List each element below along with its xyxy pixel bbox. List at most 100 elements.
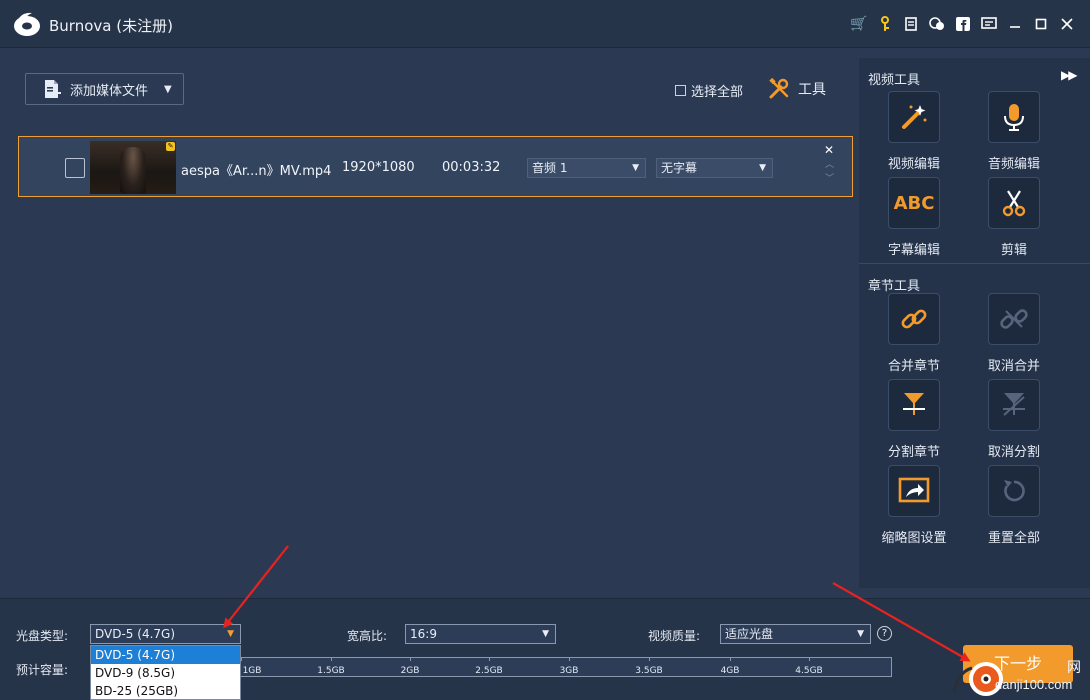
thumbnail-badge-icon: ✎ [166, 142, 175, 151]
disc-option[interactable]: DVD-9 (8.5G) [91, 664, 240, 682]
scissors-icon [988, 177, 1040, 229]
video-quality-select[interactable]: 适应光盘 ▼ [720, 624, 871, 644]
watermark-char: 网 [1067, 660, 1081, 676]
select-all-checkbox[interactable]: 选择全部 [675, 81, 743, 100]
capacity-tick: 3.5GB [635, 666, 663, 676]
media-file-row[interactable]: ✎ aespa《Ar...n》MV.mp4 1920*1080 00:03:32… [18, 136, 853, 197]
collapse-panel-icon[interactable]: ▶▶ [1061, 68, 1078, 82]
capacity-tick: 1.5GB [317, 666, 345, 676]
tool-unmerge[interactable]: 取消合并 [969, 293, 1059, 374]
tool-label: 取消合并 [987, 359, 1040, 374]
aspect-ratio-value: 16:9 [410, 627, 437, 641]
tools-icon [769, 78, 789, 99]
tools-button[interactable]: 工具 [768, 78, 826, 100]
tool-label: 剪辑 [1000, 243, 1027, 258]
subtitle-value: 无字幕 [661, 161, 698, 175]
aspect-ratio-label: 宽高比: [347, 629, 388, 643]
move-down-icon[interactable]: ﹀ [825, 171, 834, 184]
tool-label: 字幕编辑 [887, 243, 940, 258]
disc-type-select[interactable]: DVD-5 (4.7G) ▼ [90, 624, 241, 644]
facebook-icon[interactable] [950, 13, 976, 35]
burnova-logo-icon [14, 12, 40, 36]
tool-label: 分割章节 [887, 445, 940, 460]
chevron-down-icon: ▼ [227, 629, 234, 639]
title-bar-icons: 🛒 [846, 13, 1080, 35]
capacity-tick: 2GB [400, 666, 420, 676]
panel-divider [859, 263, 1090, 264]
tool-label: 重置全部 [987, 531, 1040, 546]
capacity-tick: 4.5GB [795, 666, 823, 676]
magic-wand-icon [888, 91, 940, 143]
chevron-down-icon: ▼ [542, 629, 549, 639]
help-icon[interactable]: ? [877, 626, 892, 641]
tool-label: 缩略图设置 [881, 531, 947, 546]
disc-type-label: 光盘类型: [16, 629, 69, 643]
chapter-tools-title: 章节工具 [868, 279, 921, 294]
chevron-down-icon[interactable]: ▼ [164, 84, 172, 95]
tool-merge-chapters[interactable]: 合并章节 [869, 293, 959, 374]
tool-subtitle-edit[interactable]: ABC 字幕编辑 [869, 177, 959, 258]
disc-option[interactable]: DVD-5 (4.7G) [91, 646, 240, 664]
video-quality-label: 视频质量: [648, 629, 701, 643]
add-file-icon [45, 80, 61, 98]
add-media-button[interactable]: 添加媒体文件 ▼ [25, 73, 184, 105]
capacity-tick: 3GB [559, 666, 579, 676]
title-bar: Burnova (未注册) 🛒 [0, 0, 1090, 48]
microphone-icon [988, 91, 1040, 143]
chevron-down-icon: ▼ [632, 163, 639, 173]
audio-track-select[interactable]: 音频 1 ▼ [527, 158, 646, 178]
disc-type-value: DVD-5 (4.7G) [95, 627, 176, 641]
maximize-icon[interactable] [1028, 13, 1054, 35]
tool-unsplit[interactable]: 取消分割 [969, 379, 1059, 460]
video-quality-value: 适应光盘 [725, 627, 774, 641]
minimize-icon[interactable] [1002, 13, 1028, 35]
capacity-tick: 2.5GB [475, 666, 503, 676]
disc-type-options-list: DVD-5 (4.7G) DVD-9 (8.5G) BD-25 (25GB) [90, 645, 241, 700]
tools-label: 工具 [798, 82, 826, 98]
thumbnail-icon [888, 465, 940, 517]
audio-track-value: 音频 1 [532, 161, 568, 175]
move-up-icon[interactable]: ︿ [825, 157, 834, 170]
disc-option[interactable]: BD-25 (25GB) [91, 682, 240, 700]
capacity-tick: 1GB [242, 666, 262, 676]
capacity-bar: 1GB 1.5GB 2GB 2.5GB 3GB 3.5GB 4GB 4.5GB [240, 657, 892, 677]
cart-icon[interactable]: 🛒 [846, 13, 872, 35]
file-resolution: 1920*1080 [342, 160, 415, 175]
unlink-icon [988, 293, 1040, 345]
chevron-down-icon: ▼ [857, 629, 864, 639]
tool-reset-all[interactable]: 重置全部 [969, 465, 1059, 546]
tool-label: 音频编辑 [987, 157, 1040, 172]
tool-audio-edit[interactable]: 音频编辑 [969, 91, 1059, 172]
subtitle-select[interactable]: 无字幕 ▼ [656, 158, 773, 178]
file-duration: 00:03:32 [442, 160, 501, 175]
tools-panel: 视频工具 ▶▶ 视频编辑 音频编辑 ABC 字幕编辑 剪辑 章节工具 合并章节 [859, 58, 1090, 588]
video-thumbnail: ✎ [90, 141, 176, 194]
split-icon [888, 379, 940, 431]
unsplit-icon [988, 379, 1040, 431]
key-icon[interactable] [872, 13, 898, 35]
aspect-ratio-select[interactable]: 16:9 ▼ [405, 624, 556, 644]
tool-clip[interactable]: 剪辑 [969, 177, 1059, 258]
tool-split-chapter[interactable]: 分割章节 [869, 379, 959, 460]
video-tools-title: 视频工具 [868, 73, 921, 88]
file-name: aespa《Ar...n》MV.mp4 [181, 164, 332, 179]
close-icon[interactable] [1054, 13, 1080, 35]
reset-icon [988, 465, 1040, 517]
capacity-label: 预计容量: [16, 663, 69, 677]
row-checkbox[interactable] [65, 158, 85, 178]
chevron-down-icon: ▼ [759, 163, 766, 173]
remove-file-icon[interactable]: ✕ [824, 143, 834, 157]
checkbox[interactable] [675, 85, 686, 96]
tool-video-edit[interactable]: 视频编辑 [869, 91, 959, 172]
watermark-site: danji100.com [995, 677, 1073, 692]
feedback-icon[interactable] [976, 13, 1002, 35]
document-icon[interactable] [898, 13, 924, 35]
tool-label: 合并章节 [887, 359, 940, 374]
add-media-label: 添加媒体文件 [70, 83, 149, 99]
chat-icon[interactable] [924, 13, 950, 35]
main-area: 添加媒体文件 ▼ 选择全部 工具 ✎ aespa《Ar...n》MV.mp4 1… [0, 48, 858, 598]
app-title: Burnova (未注册) [49, 17, 173, 35]
tool-thumbnail-settings[interactable]: 缩略图设置 [869, 465, 959, 546]
tool-label: 取消分割 [987, 445, 1040, 460]
select-all-label: 选择全部 [691, 85, 744, 100]
